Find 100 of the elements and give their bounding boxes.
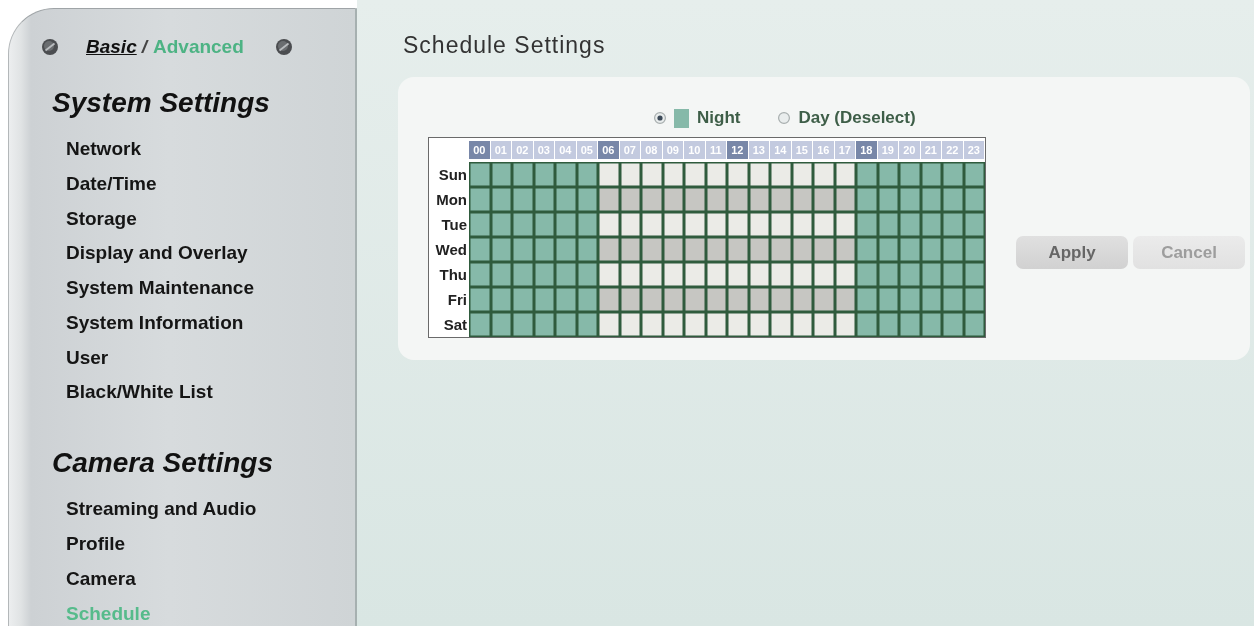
schedule-cell[interactable] <box>490 312 512 337</box>
schedule-cell[interactable] <box>748 237 770 262</box>
schedule-cell[interactable] <box>963 212 985 237</box>
schedule-cell[interactable] <box>641 187 663 212</box>
sidebar-item[interactable]: User <box>66 345 109 370</box>
hour-header[interactable]: 19 <box>877 141 898 159</box>
schedule-cell[interactable] <box>469 237 491 262</box>
schedule-cell[interactable] <box>727 262 749 287</box>
schedule-cell[interactable] <box>899 312 921 337</box>
schedule-cell[interactable] <box>684 262 706 287</box>
schedule-cell[interactable] <box>490 262 512 287</box>
schedule-cell[interactable] <box>662 287 684 312</box>
schedule-cell[interactable] <box>877 262 899 287</box>
hour-header[interactable]: 04 <box>555 141 576 159</box>
schedule-cell[interactable] <box>920 312 942 337</box>
schedule-cell[interactable] <box>598 287 620 312</box>
schedule-cell[interactable] <box>727 287 749 312</box>
schedule-cell[interactable] <box>727 162 749 187</box>
schedule-cell[interactable] <box>834 262 856 287</box>
schedule-cell[interactable] <box>619 262 641 287</box>
schedule-cell[interactable] <box>920 162 942 187</box>
schedule-cell[interactable] <box>813 162 835 187</box>
schedule-cell[interactable] <box>770 162 792 187</box>
sidebar-item[interactable]: System Maintenance <box>66 276 254 300</box>
schedule-cell[interactable] <box>727 187 749 212</box>
hour-header[interactable]: 14 <box>770 141 791 159</box>
sidebar-item[interactable]: Black/White List <box>66 380 213 405</box>
hour-header[interactable]: 11 <box>705 141 726 159</box>
schedule-cell[interactable] <box>619 212 641 237</box>
schedule-cell[interactable] <box>533 237 555 262</box>
schedule-cell[interactable] <box>598 212 620 237</box>
schedule-cell[interactable] <box>770 312 792 337</box>
hour-header[interactable]: 03 <box>533 141 554 159</box>
schedule-cell[interactable] <box>899 262 921 287</box>
schedule-cell[interactable] <box>899 237 921 262</box>
schedule-cell[interactable] <box>963 237 985 262</box>
schedule-cell[interactable] <box>856 187 878 212</box>
schedule-cell[interactable] <box>963 262 985 287</box>
schedule-cell[interactable] <box>899 212 921 237</box>
schedule-cell[interactable] <box>684 187 706 212</box>
schedule-cell[interactable] <box>727 212 749 237</box>
schedule-cell[interactable] <box>856 312 878 337</box>
schedule-cell[interactable] <box>684 212 706 237</box>
schedule-cell[interactable] <box>576 212 598 237</box>
schedule-cell[interactable] <box>791 312 813 337</box>
schedule-cell[interactable] <box>834 162 856 187</box>
schedule-cell[interactable] <box>834 312 856 337</box>
sidebar-item[interactable]: Display and Overlay <box>66 241 248 266</box>
schedule-cell[interactable] <box>512 162 534 187</box>
schedule-cell[interactable] <box>942 187 964 212</box>
schedule-cell[interactable] <box>533 287 555 312</box>
schedule-cell[interactable] <box>641 212 663 237</box>
schedule-cell[interactable] <box>619 287 641 312</box>
schedule-cell[interactable] <box>813 262 835 287</box>
schedule-cell[interactable] <box>598 312 620 337</box>
schedule-cell[interactable] <box>877 312 899 337</box>
schedule-cell[interactable] <box>555 237 577 262</box>
schedule-cell[interactable] <box>512 187 534 212</box>
schedule-cell[interactable] <box>684 312 706 337</box>
schedule-cell[interactable] <box>490 237 512 262</box>
schedule-cell[interactable] <box>813 237 835 262</box>
hour-header[interactable]: 21 <box>920 141 941 159</box>
hour-header[interactable]: 10 <box>684 141 705 159</box>
hour-header[interactable]: 05 <box>576 141 597 159</box>
schedule-cell[interactable] <box>770 287 792 312</box>
schedule-cell[interactable] <box>576 187 598 212</box>
hour-header[interactable]: 12 <box>727 141 748 159</box>
schedule-cell[interactable] <box>576 262 598 287</box>
schedule-cell[interactable] <box>705 187 727 212</box>
schedule-cell[interactable] <box>576 287 598 312</box>
radio-option[interactable]: Day (Deselect) <box>778 108 916 128</box>
schedule-cell[interactable] <box>576 312 598 337</box>
schedule-cell[interactable] <box>791 187 813 212</box>
schedule-cell[interactable] <box>619 312 641 337</box>
schedule-cell[interactable] <box>942 287 964 312</box>
schedule-cell[interactable] <box>877 212 899 237</box>
schedule-cell[interactable] <box>748 162 770 187</box>
schedule-cell[interactable] <box>619 187 641 212</box>
schedule-cell[interactable] <box>727 312 749 337</box>
schedule-cell[interactable] <box>662 162 684 187</box>
schedule-cell[interactable] <box>662 262 684 287</box>
sidebar-item[interactable]: Schedule <box>66 601 151 626</box>
hour-header[interactable]: 17 <box>834 141 855 159</box>
sidebar-item[interactable]: Streaming and Audio <box>66 497 257 522</box>
schedule-cell[interactable] <box>813 287 835 312</box>
schedule-cell[interactable] <box>576 162 598 187</box>
schedule-cell[interactable] <box>877 162 899 187</box>
hour-header[interactable]: 01 <box>490 141 511 159</box>
sidebar-item[interactable]: Profile <box>66 532 126 556</box>
schedule-cell[interactable] <box>469 287 491 312</box>
schedule-cell[interactable] <box>834 212 856 237</box>
schedule-cell[interactable] <box>598 262 620 287</box>
schedule-cell[interactable] <box>662 212 684 237</box>
schedule-cell[interactable] <box>705 287 727 312</box>
schedule-cell[interactable] <box>856 212 878 237</box>
schedule-cell[interactable] <box>770 237 792 262</box>
schedule-cell[interactable] <box>963 187 985 212</box>
schedule-cell[interactable] <box>619 237 641 262</box>
schedule-cell[interactable] <box>662 187 684 212</box>
schedule-cell[interactable] <box>705 262 727 287</box>
